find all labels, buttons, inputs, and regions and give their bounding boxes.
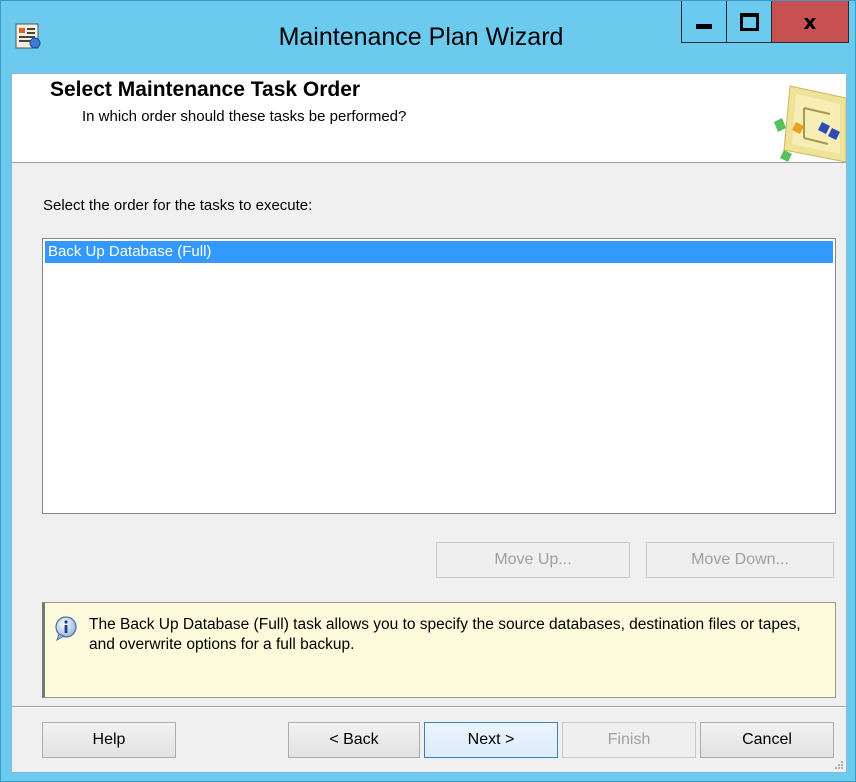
page-subtitle: In which order should these tasks be per… bbox=[82, 108, 407, 125]
app-icon bbox=[15, 23, 41, 49]
close-button[interactable]: x bbox=[771, 1, 849, 43]
cancel-button[interactable]: Cancel bbox=[700, 722, 834, 758]
task-flow-graphic-icon bbox=[774, 85, 846, 162]
help-button[interactable]: Help bbox=[42, 722, 176, 758]
wizard-header: Select Maintenance Task Order In which o… bbox=[12, 74, 846, 163]
window-title: Maintenance Plan Wizard bbox=[278, 23, 564, 51]
task-order-label: Select the order for the tasks to execut… bbox=[43, 197, 313, 214]
maximize-button[interactable] bbox=[726, 1, 772, 43]
maximize-icon bbox=[739, 12, 759, 31]
minimize-button[interactable] bbox=[681, 1, 727, 43]
task-list-item[interactable]: Back Up Database (Full) bbox=[45, 241, 833, 263]
task-description-box: The Back Up Database (Full) task allows … bbox=[42, 602, 836, 698]
footer-divider bbox=[12, 706, 846, 708]
resize-grip-icon[interactable] bbox=[834, 760, 844, 770]
task-description-text: The Back Up Database (Full) task allows … bbox=[89, 616, 801, 653]
info-icon bbox=[55, 616, 77, 641]
back-button[interactable]: < Back bbox=[288, 722, 420, 758]
minimize-icon bbox=[696, 24, 712, 29]
task-order-list[interactable]: Back Up Database (Full) bbox=[42, 238, 836, 514]
move-down-button[interactable]: Move Down... bbox=[646, 542, 834, 578]
finish-button[interactable]: Finish bbox=[562, 722, 696, 758]
wizard-window: Maintenance Plan Wizard x Select Mainten… bbox=[0, 0, 856, 782]
title-bar[interactable]: Maintenance Plan Wizard x bbox=[1, 1, 856, 73]
wizard-client-area: Select Maintenance Task Order In which o… bbox=[11, 73, 847, 773]
next-button[interactable]: Next > bbox=[424, 722, 558, 758]
page-title: Select Maintenance Task Order bbox=[50, 78, 361, 101]
close-icon: x bbox=[803, 9, 817, 34]
move-up-button[interactable]: Move Up... bbox=[436, 542, 630, 578]
